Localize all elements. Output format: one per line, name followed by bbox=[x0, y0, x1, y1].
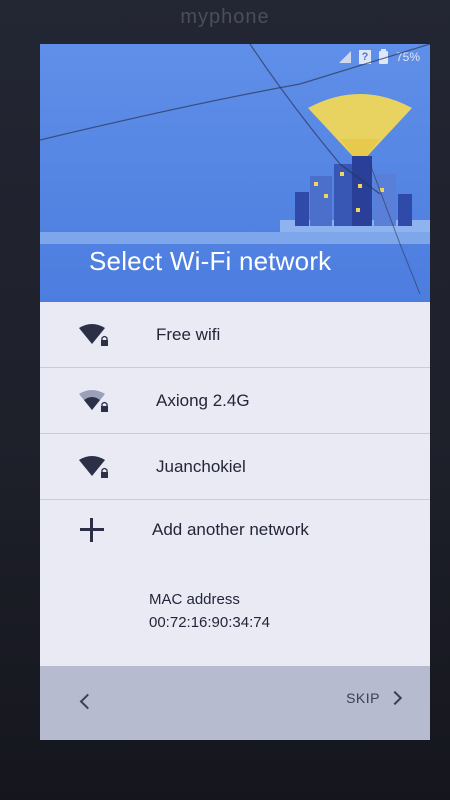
network-name: Free wifi bbox=[156, 324, 221, 344]
network-name: Axiong 2.4G bbox=[156, 390, 250, 410]
signal-icon bbox=[338, 51, 351, 63]
plus-icon bbox=[80, 518, 104, 542]
network-list: Free wifi Axiong 2.4G Juanchokiel Add an… bbox=[40, 302, 430, 560]
status-bar: ? 75% bbox=[40, 44, 430, 70]
battery-icon bbox=[378, 48, 388, 64]
phone-frame: myphone ? 75% Select Wi-Fi network Free … bbox=[0, 0, 450, 800]
battery-percent: 75% bbox=[395, 50, 420, 64]
header: ? 75% Select Wi-Fi network bbox=[40, 44, 430, 302]
sim-warning-icon: ? bbox=[358, 50, 371, 64]
mac-value: 00:72:16:90:34:74 bbox=[149, 614, 270, 631]
city-illustration bbox=[40, 94, 430, 244]
skip-button[interactable]: SKIP bbox=[346, 690, 404, 706]
network-item-juanchokiel[interactable]: Juanchokiel bbox=[40, 434, 430, 500]
back-button[interactable] bbox=[76, 690, 96, 714]
wifi-locked-icon bbox=[79, 390, 108, 412]
mac-label: MAC address bbox=[149, 591, 240, 608]
wifi-locked-icon bbox=[79, 324, 108, 346]
wifi-locked-icon bbox=[79, 456, 108, 478]
page-title: Select Wi-Fi network bbox=[89, 246, 332, 276]
screen: ? 75% Select Wi-Fi network Free wifi Axi… bbox=[40, 44, 430, 740]
skip-label: SKIP bbox=[346, 690, 380, 706]
brand-logo: myphone bbox=[180, 6, 270, 28]
chevron-right-icon bbox=[390, 691, 404, 705]
network-item-free-wifi[interactable]: Free wifi bbox=[40, 302, 430, 368]
network-item-axiong[interactable]: Axiong 2.4G bbox=[40, 368, 430, 434]
network-name: Juanchokiel bbox=[156, 456, 246, 476]
mac-address-block: MAC address 00:72:16:90:34:74 bbox=[149, 588, 270, 634]
add-network-button[interactable]: Add another network bbox=[40, 500, 430, 560]
add-network-label: Add another network bbox=[152, 520, 309, 539]
bottom-nav-bar: SKIP bbox=[40, 666, 430, 740]
